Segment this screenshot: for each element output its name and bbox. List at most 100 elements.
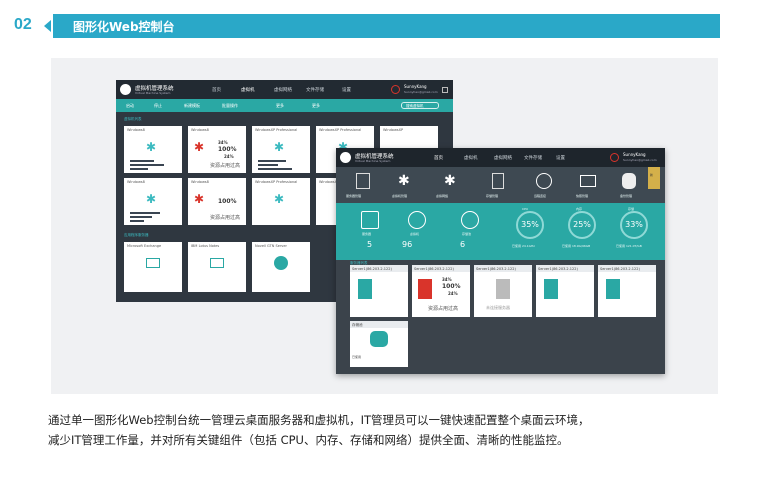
toolbar-stop[interactable]: 停止 bbox=[154, 103, 162, 109]
toolbar-start[interactable]: 启动 bbox=[126, 103, 134, 109]
toolbar-more[interactable]: 更多 bbox=[276, 103, 284, 109]
ring-sub: 已使用 121.0T/GB bbox=[616, 244, 642, 248]
server-alert-icon bbox=[418, 279, 432, 299]
app-name: IBM Lotus Notes bbox=[191, 244, 220, 248]
app-card[interactable]: IBM Lotus Notes bbox=[188, 242, 246, 292]
nav-storage[interactable]: 文件存储 bbox=[524, 155, 542, 161]
nav-vm[interactable]: 虚拟机 bbox=[241, 87, 255, 93]
vm-name: Windows8 bbox=[191, 180, 209, 184]
nav-storage[interactable]: 文件存储 bbox=[306, 87, 324, 93]
storage-stat-icon bbox=[461, 211, 479, 229]
toolbar: 启动 停止 新建模板 批量操作 更多 更多 搜索虚拟机 bbox=[116, 99, 453, 112]
cpu-metric: 34% bbox=[218, 140, 228, 145]
vm-card[interactable]: Windows8 ✱ 34% 100% 24% 资源占用过高 bbox=[188, 126, 246, 173]
user-email: Sunnyhao@gmail.com bbox=[623, 158, 657, 162]
banner-item[interactable]: 快照管理 bbox=[576, 194, 588, 198]
camera-icon[interactable] bbox=[580, 175, 596, 187]
banner-item[interactable]: 备份管理 bbox=[620, 194, 632, 198]
vm-icon: ✱ bbox=[274, 192, 285, 206]
app-name: Novell GTN Server bbox=[255, 244, 287, 248]
vm-name: Windows8 bbox=[127, 180, 145, 184]
server-card[interactable]: Server1(86.203.2.122) 34% 100% 24% 资源占用过高 bbox=[412, 265, 470, 317]
globe-icon[interactable] bbox=[536, 173, 552, 189]
vm-card[interactable]: Windows8 ✱ bbox=[124, 126, 182, 173]
banner-item[interactable]: 虚拟网络 bbox=[436, 194, 448, 198]
top-nav: 虚拟机管理系统 Virtual Machine System 首页 虚拟机 虚拟… bbox=[116, 80, 453, 99]
nav-home[interactable]: 首页 bbox=[212, 87, 221, 93]
gtn-icon bbox=[274, 256, 288, 270]
alert-icon[interactable] bbox=[391, 85, 400, 94]
app-subtitle: Virtual Machine System bbox=[135, 91, 171, 95]
mail-icon bbox=[210, 258, 224, 268]
vm-card[interactable]: Windows8 ✱ 100% 资源占用过高 bbox=[188, 178, 246, 225]
vm-icon[interactable]: ✱ bbox=[398, 173, 410, 189]
server-card[interactable]: Server1(86.203.2.122) bbox=[350, 265, 408, 317]
vm-card[interactable]: WindowsXP Professional ✱ bbox=[252, 126, 310, 173]
module-banner: 服务器管理 ✱ 虚拟机管理 ✱ 虚拟网络 存储管理 远程连接 快照管理 备份管理… bbox=[336, 167, 665, 203]
top-nav: 虚拟机管理系统 Virtual Machine System 首页 虚拟机 虚拟… bbox=[336, 148, 665, 167]
vm-name: WindowsXP bbox=[383, 128, 404, 132]
stat-value: 96 bbox=[402, 240, 413, 249]
busy-text: 资源占用过高 bbox=[210, 163, 241, 169]
vm-icon: ✱ bbox=[274, 140, 285, 154]
server-card[interactable]: Server1(86.203.2.122) bbox=[598, 265, 656, 317]
stat-label: 存储池 bbox=[462, 232, 472, 236]
vm-icon: ✱ bbox=[194, 192, 205, 206]
cpu-metric: 34% bbox=[442, 277, 452, 282]
disk-metric: 24% bbox=[448, 291, 458, 296]
vm-stat-icon bbox=[408, 211, 426, 229]
nav-network[interactable]: 虚拟网络 bbox=[494, 155, 512, 161]
banner-item[interactable]: 远程连接 bbox=[534, 194, 546, 198]
server-name: Server1(86.203.2.122) bbox=[476, 267, 516, 271]
logo-icon bbox=[120, 84, 131, 95]
nav-settings[interactable]: 设置 bbox=[556, 155, 565, 161]
server-icon[interactable] bbox=[356, 173, 370, 189]
server-name: Server1(86.203.2.122) bbox=[538, 267, 578, 271]
search-input[interactable]: 搜索虚拟机 bbox=[401, 102, 439, 109]
storage-icon[interactable] bbox=[492, 173, 504, 189]
nav-vm[interactable]: 虚拟机 bbox=[464, 155, 478, 161]
section-vms: 虚拟机列表 bbox=[124, 117, 142, 121]
database-icon[interactable] bbox=[622, 173, 636, 189]
server-card[interactable]: Server1(86.203.2.122) 未连接服务器 bbox=[474, 265, 532, 317]
app-card[interactable]: Microsoft Exchange bbox=[124, 242, 182, 292]
vm-name: Windows8 bbox=[127, 128, 145, 132]
logout-icon[interactable] bbox=[442, 87, 448, 93]
alert-icon[interactable] bbox=[610, 153, 619, 162]
vm-icon: ✱ bbox=[194, 140, 205, 154]
banner-item[interactable]: 虚拟机管理 bbox=[392, 194, 407, 198]
server-name: Server1(86.203.2.122) bbox=[600, 267, 640, 271]
network-icon[interactable]: ✱ bbox=[444, 173, 456, 189]
app-card[interactable]: Novell GTN Server bbox=[252, 242, 310, 292]
logo-icon bbox=[340, 152, 351, 163]
busy-text: 资源占用过高 bbox=[428, 306, 459, 312]
nav-network[interactable]: 虚拟网络 bbox=[274, 87, 292, 93]
ring-label: CPU bbox=[522, 207, 529, 211]
caption: 通过单一图形化Web控制台统一管理云桌面服务器和虚拟机，IT管理员可以一键快速配… bbox=[48, 410, 728, 450]
toolbar-batch[interactable]: 批量操作 bbox=[222, 103, 238, 109]
banner-item[interactable]: 存储管理 bbox=[486, 194, 498, 198]
user-name: SunnyKang bbox=[623, 152, 646, 157]
server-name: Server1(86.203.2.122) bbox=[414, 267, 454, 271]
user-name: SunnyKang bbox=[404, 84, 427, 89]
vm-card[interactable]: Windows8 ✱ bbox=[124, 178, 182, 225]
vm-card[interactable]: WindowsXP Professional ✱ bbox=[252, 178, 310, 225]
new-badge: 新 bbox=[648, 167, 660, 189]
mem-metric: 100% bbox=[218, 146, 237, 153]
vm-name: WindowsXP Professional bbox=[255, 180, 298, 184]
storage-card[interactable]: 存储池 已使用 bbox=[350, 321, 408, 367]
nav-settings[interactable]: 设置 bbox=[342, 87, 351, 93]
toolbar-filter[interactable]: 更多 bbox=[312, 103, 320, 109]
banner-item[interactable]: 服务器管理 bbox=[346, 194, 361, 198]
disk-metric: 24% bbox=[224, 154, 234, 159]
app-name: Microsoft Exchange bbox=[127, 244, 162, 248]
toolbar-template[interactable]: 新建模板 bbox=[184, 103, 200, 109]
vm-icon: ✱ bbox=[146, 140, 157, 154]
arrow-left-icon bbox=[44, 20, 51, 32]
nav-home[interactable]: 首页 bbox=[434, 155, 443, 161]
console-screen-front: 虚拟机管理系统 Virtual Machine System 首页 虚拟机 虚拟… bbox=[336, 148, 665, 374]
server-icon bbox=[606, 279, 620, 299]
stat-value: 5 bbox=[367, 240, 373, 249]
caption-line-1: 通过单一图形化Web控制台统一管理云桌面服务器和虚拟机，IT管理员可以一键快速配… bbox=[48, 413, 590, 427]
server-card[interactable]: Server1(86.203.2.122) bbox=[536, 265, 594, 317]
